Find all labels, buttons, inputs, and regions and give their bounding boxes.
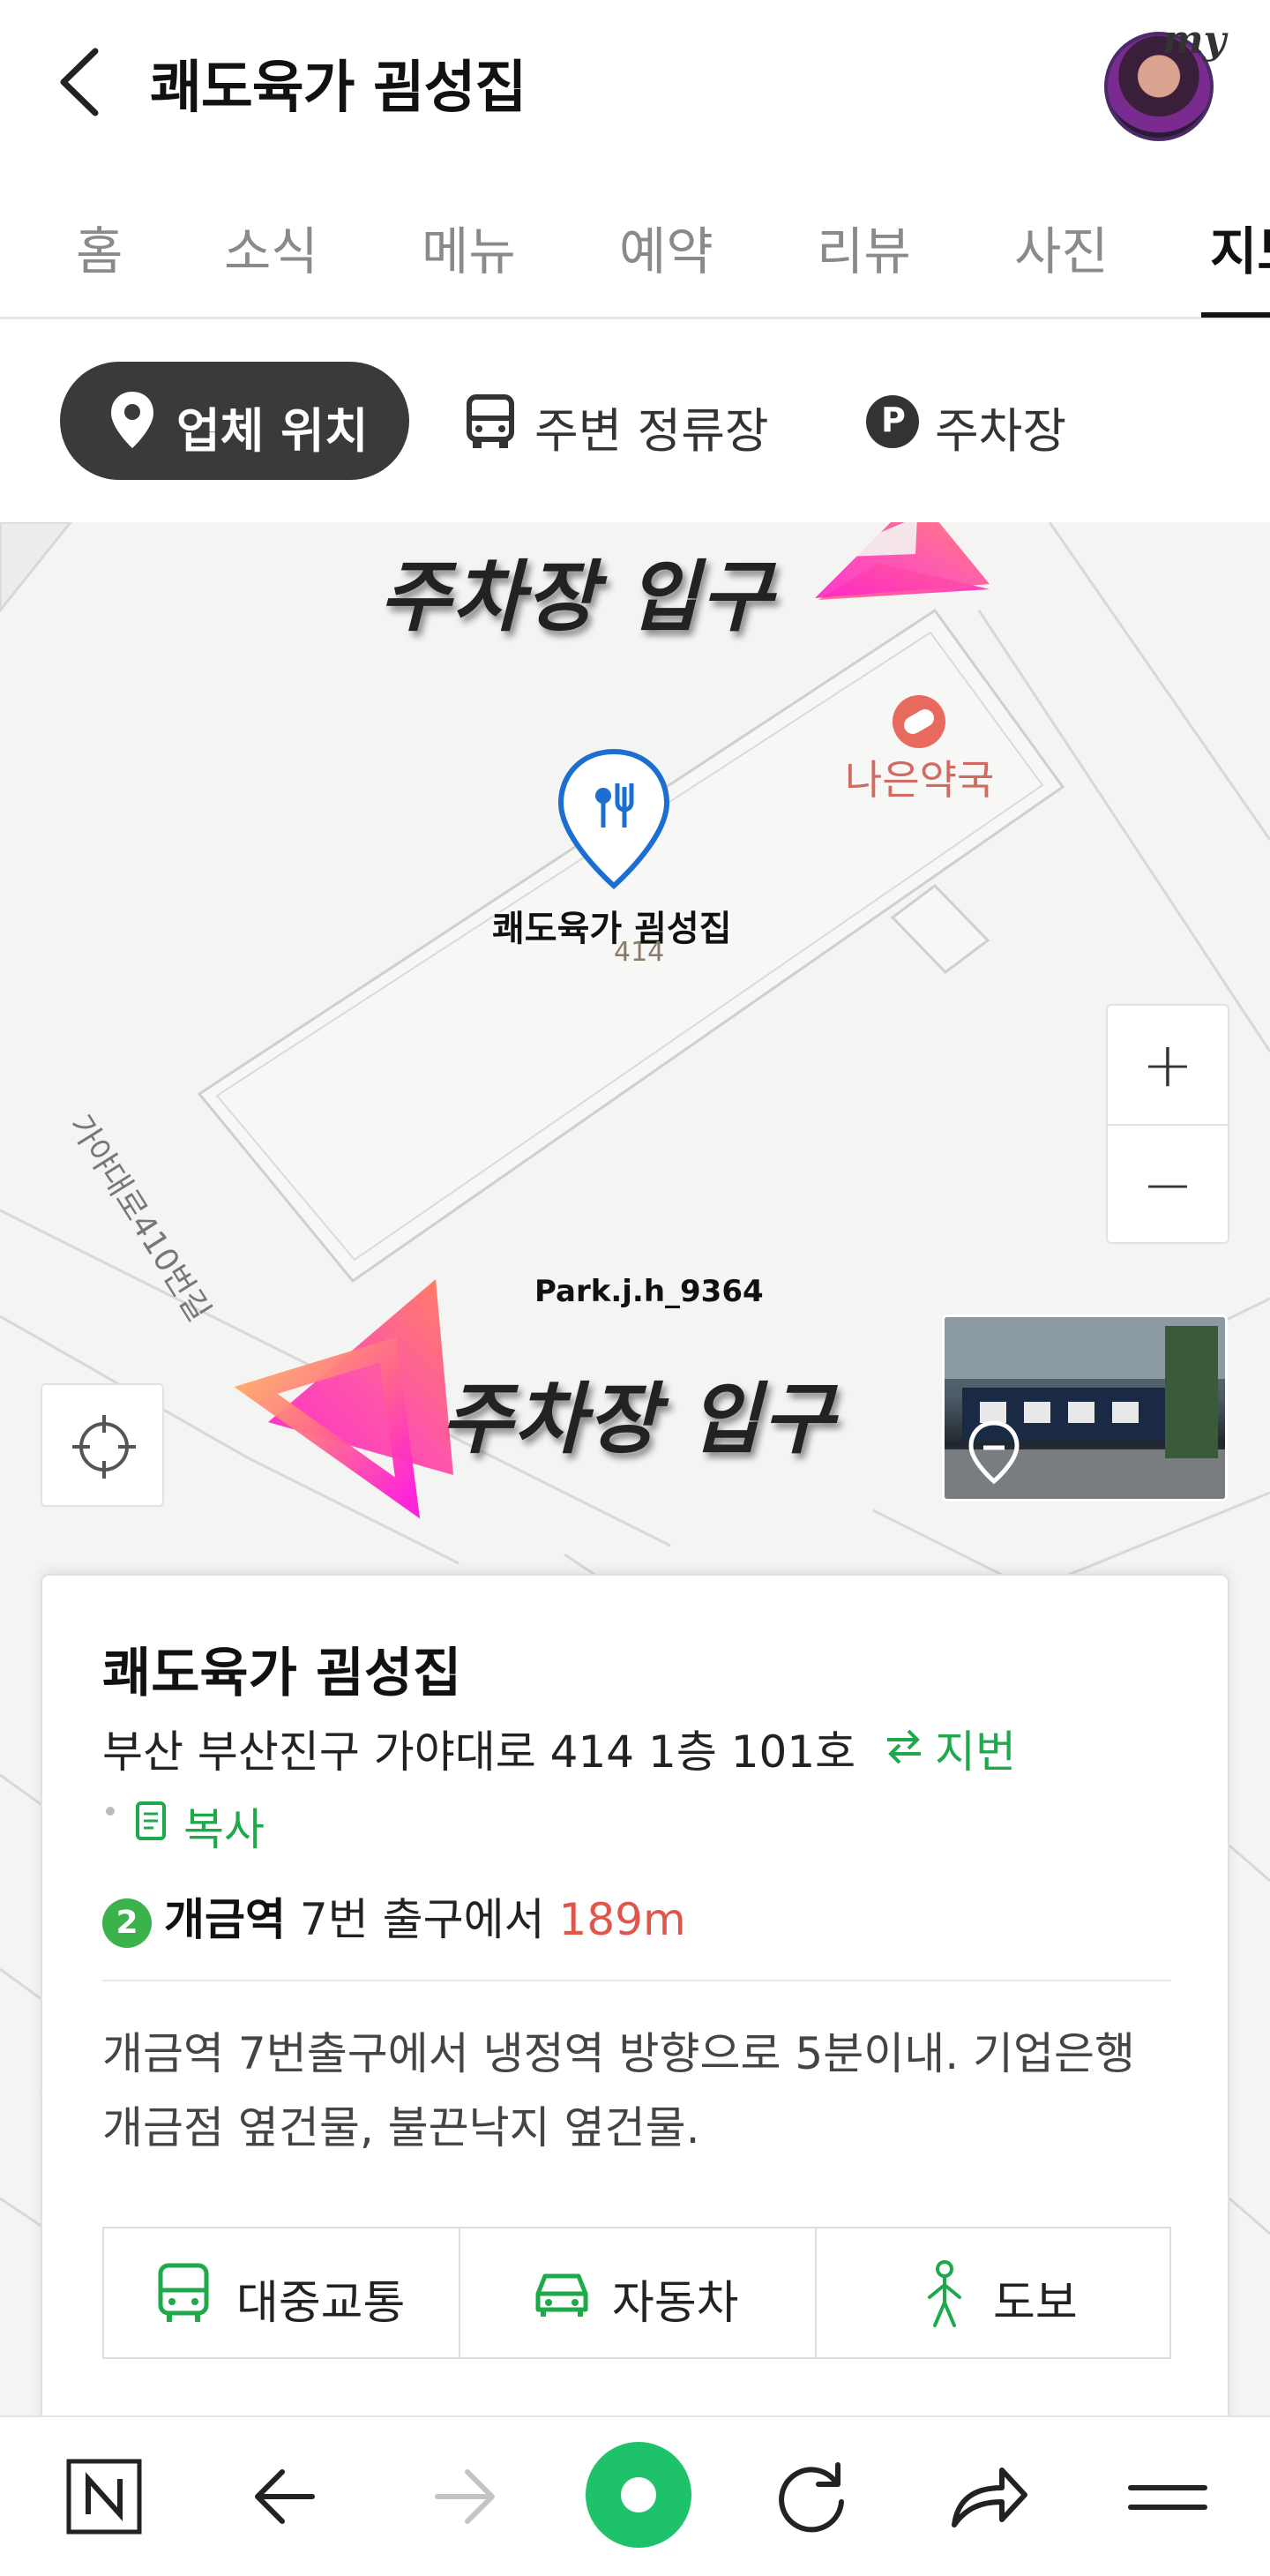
place-address: 부산 부산진구 가야대로 414 1층 101호 bbox=[102, 1726, 856, 1778]
building-number: 414 bbox=[614, 937, 665, 968]
tab-reviews[interactable]: 리뷰 bbox=[817, 210, 911, 284]
chip-parking[interactable]: P 주차장 bbox=[864, 362, 1094, 480]
active-tab-indicator bbox=[1201, 312, 1270, 318]
browser-toolbar bbox=[0, 2415, 1270, 2576]
card-divider bbox=[102, 1980, 1171, 1981]
place-name: 쾌도육가 굄성집 bbox=[102, 1643, 462, 1704]
home-button[interactable] bbox=[586, 2442, 691, 2548]
restaurant-marker-label[interactable]: 쾌도육가 굄성집 bbox=[492, 900, 732, 951]
avatar-my-badge: my bbox=[1162, 18, 1227, 63]
place-description: 개금역 7번출구에서 냉정역 방향으로 5분이내. 기업은행 개금점 옆건물, … bbox=[102, 2028, 1135, 2153]
overlay-parking-entrance-top: 주차장 입구 bbox=[379, 551, 774, 642]
bullet-dot bbox=[106, 1807, 115, 1816]
swap-arrows-icon bbox=[887, 1729, 921, 1764]
menu-icon[interactable] bbox=[1115, 2444, 1221, 2550]
tab-reservation[interactable]: 예약 bbox=[619, 210, 713, 284]
page: 쾌도육가 굄성집 my 홈 소식 메뉴 예약 리뷰 사진 지도 업체 위치 bbox=[0, 0, 1270, 2576]
zoom-in-button[interactable]: + bbox=[1108, 1006, 1228, 1124]
tab-menu[interactable]: 메뉴 bbox=[422, 210, 516, 284]
crosshair-icon bbox=[72, 1415, 136, 1479]
overlay-parking-entrance-bottom: 주차장 입구 bbox=[441, 1374, 836, 1464]
back-icon[interactable] bbox=[233, 2444, 339, 2550]
tab-bar: 홈 소식 메뉴 예약 리뷰 사진 지도 bbox=[0, 168, 1270, 319]
subway-line-badge: 2 bbox=[102, 1898, 152, 1948]
copy-icon bbox=[136, 1801, 166, 1840]
street-view-image bbox=[945, 1317, 1225, 1499]
subway-distance: 189m bbox=[558, 1894, 686, 1945]
route-label: 대중교통 bbox=[236, 2277, 406, 2330]
forward-icon[interactable] bbox=[411, 2444, 517, 2550]
current-location-button[interactable] bbox=[41, 1383, 164, 1507]
chip-label: 주변 정류장 bbox=[534, 403, 769, 459]
bus-icon bbox=[467, 394, 514, 448]
route-label: 자동차 bbox=[612, 2277, 739, 2330]
naver-n-icon[interactable] bbox=[53, 2444, 159, 2550]
tab-news[interactable]: 소식 bbox=[224, 210, 318, 284]
route-label: 도보 bbox=[993, 2277, 1078, 2330]
map-filter-chips: 업체 위치 주변 정류장 P 주차장 bbox=[0, 319, 1270, 522]
user-tag-label: Park.j.h_9364 bbox=[534, 1274, 764, 1309]
subway-exit: 7번 출구에서 bbox=[299, 1894, 545, 1945]
refresh-icon[interactable] bbox=[758, 2444, 864, 2550]
page-title: 쾌도육가 굄성집 bbox=[150, 56, 527, 121]
place-info-card: 쾌도육가 굄성집 부산 부산진구 가야대로 414 1층 101호 지번 복사 … bbox=[41, 1574, 1229, 2456]
poi-pharmacy-label[interactable]: 나은약국 bbox=[845, 748, 994, 806]
copy-address-link[interactable]: 복사 bbox=[183, 1794, 265, 1858]
tab-map[interactable]: 지도 bbox=[1210, 210, 1270, 284]
chip-label: 업체 위치 bbox=[176, 403, 369, 459]
subway-station: 개금역 bbox=[164, 1894, 286, 1945]
street-view-thumbnail[interactable] bbox=[942, 1314, 1228, 1501]
subway-info: 2 개금역 7번 출구에서 189m bbox=[102, 1884, 686, 1948]
header: 쾌도육가 굄성집 my bbox=[0, 0, 1270, 159]
share-icon[interactable] bbox=[937, 2444, 1042, 2550]
chip-nearby-stops[interactable]: 주변 정류장 bbox=[459, 362, 776, 480]
lot-number-link[interactable]: 지번 bbox=[935, 1717, 1016, 1780]
route-car-button[interactable]: 자동차 bbox=[460, 2228, 815, 2357]
route-public-transit-button[interactable]: 대중교통 bbox=[104, 2228, 459, 2357]
walking-person-icon bbox=[928, 2260, 961, 2327]
car-icon bbox=[535, 2273, 588, 2317]
chip-label: 주차장 bbox=[935, 403, 1067, 459]
location-pin-icon bbox=[111, 392, 153, 448]
chip-business-location[interactable]: 업체 위치 bbox=[60, 362, 409, 480]
zoom-out-button[interactable]: − bbox=[1108, 1126, 1228, 1244]
route-options: 대중교통 자동차 도보 bbox=[102, 2227, 1171, 2359]
tab-home[interactable]: 홈 bbox=[76, 210, 123, 284]
transit-bus-icon bbox=[158, 2263, 209, 2322]
route-walk-button[interactable]: 도보 bbox=[817, 2228, 1173, 2357]
parking-icon-letter: P bbox=[881, 401, 906, 439]
tab-photos[interactable]: 사진 bbox=[1014, 210, 1109, 284]
zoom-controls: + − bbox=[1106, 1004, 1229, 1244]
back-arrow-icon[interactable] bbox=[51, 42, 113, 122]
